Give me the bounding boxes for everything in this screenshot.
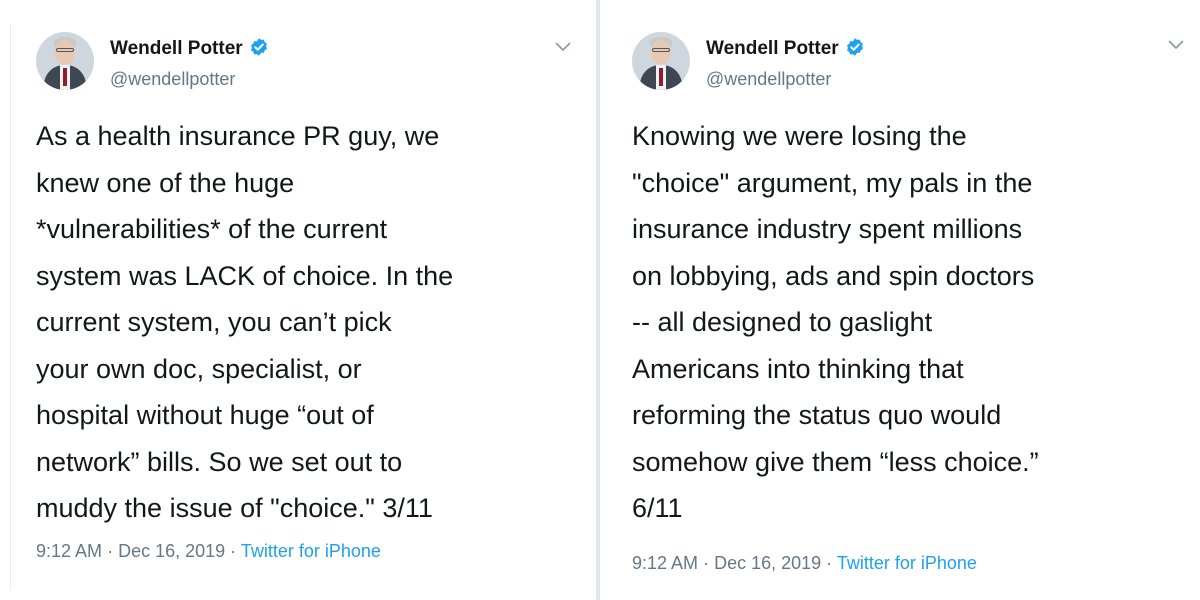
tweet-text-line: insurance industry spent millions [632, 214, 1023, 244]
tweet-text-line: network” bills. So we set out to [36, 446, 403, 477]
tweet-text: Knowing we were losing the "choice" argu… [632, 113, 1039, 532]
avatar[interactable] [36, 32, 94, 90]
author-handle[interactable]: @wendellpotter [706, 69, 831, 90]
tweet-text-line: hospital without huge “out of [36, 400, 374, 430]
tweet-text-line: reforming the status quo would [632, 400, 1002, 430]
tweet-text: As a health insurance PR guy, we knew on… [36, 113, 453, 532]
author-handle[interactable]: @wendellpotter [110, 69, 235, 90]
tweet-text-line: current system, you can’t pick [36, 307, 392, 337]
tweet-text-line: your own doc, specialist, or [36, 353, 362, 384]
tweet-text-line: -- all designed to gaslight [632, 307, 933, 337]
tweet-source-link[interactable]: Twitter for iPhone [241, 541, 381, 561]
tweet-text-line: system was LACK of choice. In the [36, 260, 454, 291]
author-name[interactable]: Wendell Potter [110, 37, 269, 60]
tweet-text-line: Americans into thinking that [632, 353, 964, 384]
meta-separator: · [230, 541, 237, 561]
tweet-text-line: As a health insurance PR guy, we [36, 121, 440, 151]
tweet-text-line: somehow give them “less choice.” [632, 446, 1039, 477]
tweet-text-line: "choice" argument, my pals in the [632, 167, 1033, 198]
meta-separator: · [107, 541, 114, 561]
author-name-text[interactable]: Wendell Potter [706, 38, 839, 59]
left-edge-line [10, 24, 11, 590]
meta-separator: · [703, 553, 710, 573]
tweet-text-line: knew one of the huge [36, 167, 295, 198]
tweet-meta: 9:12 AM · Dec 16, 2019 · Twitter for iPh… [632, 553, 977, 574]
meta-separator: · [826, 553, 833, 573]
chevron-down-icon[interactable] [1168, 40, 1184, 50]
panel-divider [596, 0, 600, 600]
avatar[interactable] [632, 32, 690, 90]
tweet-text-line: *vulnerabilities* of the current [36, 214, 388, 244]
tweet-time[interactable]: 9:12 AM [632, 553, 698, 573]
tweet-meta: 9:12 AM · Dec 16, 2019 · Twitter for iPh… [36, 541, 381, 562]
tweet-time[interactable]: 9:12 AM [36, 541, 102, 561]
verified-badge-icon [846, 38, 863, 56]
tweet-source-link[interactable]: Twitter for iPhone [837, 553, 977, 573]
tweet-date[interactable]: Dec 16, 2019 [714, 553, 821, 573]
verified-badge-icon [250, 38, 267, 56]
tweet-text-line: on lobbying, ads and spin doctors [632, 260, 1035, 291]
chevron-down-icon[interactable] [555, 42, 571, 52]
tweet-text-line: 6/11 [632, 493, 683, 523]
tweet-text-line: Knowing we were losing the [632, 121, 967, 151]
tweet-card-right[interactable]: Wendell Potter @wendellpotter Knowing we… [608, 0, 1196, 600]
author-name[interactable]: Wendell Potter [706, 37, 865, 60]
author-name-text[interactable]: Wendell Potter [110, 38, 243, 59]
tweet-date[interactable]: Dec 16, 2019 [118, 541, 225, 561]
tweet-text-line: muddy the issue of "choice." 3/11 [36, 493, 433, 523]
tweet-card-left[interactable]: Wendell Potter @wendellpotter As a healt… [12, 0, 592, 600]
